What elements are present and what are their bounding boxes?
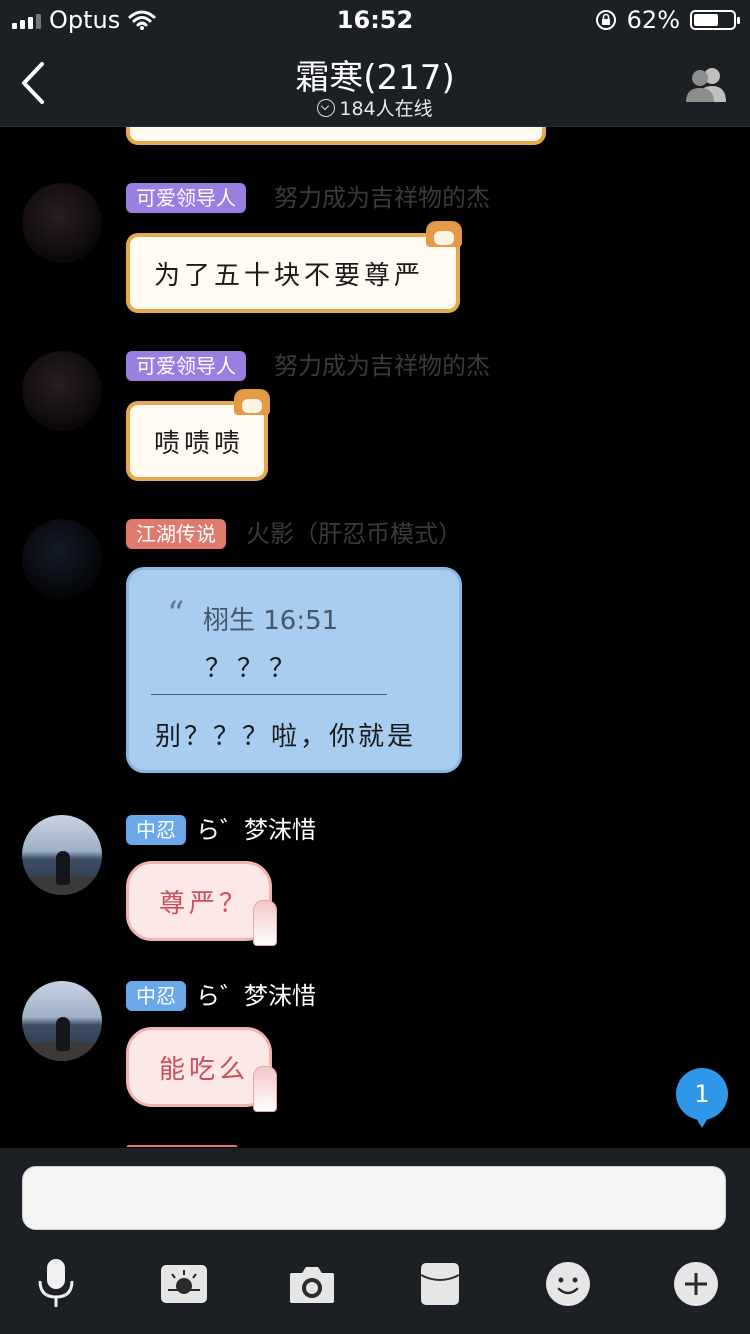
camera-icon xyxy=(290,1267,334,1303)
avatar[interactable] xyxy=(22,981,102,1061)
photo-button[interactable] xyxy=(158,1258,210,1310)
message-item: 可爱领导人 努力成为吉祥物的杰 啧啧啧 xyxy=(0,351,750,491)
status-right: 62% xyxy=(595,6,740,34)
member-title-badge: 江湖传说 xyxy=(126,519,226,549)
doll-decoration-icon xyxy=(253,900,277,946)
red-packet-button[interactable] xyxy=(414,1258,466,1310)
battery-icon xyxy=(690,10,740,30)
message-bubble[interactable]: 尊严？ xyxy=(126,861,277,946)
sender-nickname: 努力成为吉祥物的杰 xyxy=(274,184,490,212)
chevron-down-icon xyxy=(317,99,336,117)
new-messages-badge[interactable]: 1 xyxy=(676,1068,728,1128)
battery-percent: 62% xyxy=(626,6,680,34)
message-text: 别？？？啦，你就是 xyxy=(155,722,417,752)
quote-author-time: 栩生 16:51 xyxy=(203,606,339,636)
message-item: 江湖传说 火影（肝忍币模式） “ 栩生 16:51 ？？？ 别？？？啦，你就是 xyxy=(0,519,750,779)
message-item: 中忍 ら゛梦沫惜 尊严？ xyxy=(0,815,750,955)
avatar[interactable] xyxy=(22,183,102,263)
message-item xyxy=(0,127,750,147)
member-title-badge: 中忍 xyxy=(126,815,186,845)
more-button[interactable] xyxy=(670,1258,722,1310)
message-bubble[interactable]: 啧啧啧 xyxy=(126,389,270,481)
message-bubble[interactable]: 为了五十块不要尊严 xyxy=(126,221,462,313)
nav-bar: 霜寒(217) 184人在线 xyxy=(0,42,750,127)
quote-text: ？？？ xyxy=(205,654,302,684)
emoji-icon xyxy=(546,1262,590,1306)
status-bar: Optus 16:52 62% xyxy=(0,0,750,42)
message-item: 中忍 ら゛梦沫惜 能吃么 xyxy=(0,981,750,1121)
message-text: 能吃么 xyxy=(159,1054,250,1085)
message-text: 尊严？ xyxy=(159,888,250,919)
member-title-badge: 可爱领导人 xyxy=(126,351,246,381)
avatar[interactable] xyxy=(22,519,102,599)
voice-button[interactable] xyxy=(30,1258,82,1310)
online-count[interactable]: 184人在线 xyxy=(0,94,750,121)
member-title-badge: 可爱领导人 xyxy=(126,183,246,213)
avatar[interactable] xyxy=(22,351,102,431)
doll-decoration-icon xyxy=(253,1066,277,1112)
message-text: 啧啧啧 xyxy=(154,428,245,459)
input-bar xyxy=(0,1148,750,1334)
camera-button[interactable] xyxy=(286,1258,338,1310)
message-bubble-partial[interactable] xyxy=(126,127,546,145)
sender-nickname: 努力成为吉祥物的杰 xyxy=(274,352,490,380)
message-text: 为了五十块不要尊严 xyxy=(154,260,425,291)
plus-icon xyxy=(674,1262,718,1306)
emoji-button[interactable] xyxy=(542,1258,594,1310)
message-bubble[interactable]: “ 栩生 16:51 ？？？ 别？？？啦，你就是 xyxy=(126,567,462,773)
online-count-text: 184人在线 xyxy=(339,98,433,120)
members-icon xyxy=(686,68,726,102)
message-bubble[interactable]: 能吃么 xyxy=(126,1027,277,1112)
member-title-badge-partial xyxy=(126,1145,238,1147)
member-title-badge: 中忍 xyxy=(126,981,186,1011)
microphone-icon xyxy=(38,1259,74,1307)
message-item-partial xyxy=(0,1145,750,1147)
sender-nickname: ら゛梦沫惜 xyxy=(196,982,316,1010)
corgi-decoration-icon xyxy=(426,221,462,247)
orientation-lock-icon xyxy=(595,10,616,30)
red-packet-icon xyxy=(420,1263,460,1305)
chat-list[interactable]: 可爱领导人 努力成为吉祥物的杰 为了五十块不要尊严 可爱领导人 努力成为吉祥物的… xyxy=(0,127,750,1147)
sender-nickname: 火影（肝忍币模式） xyxy=(246,520,462,548)
group-members-button[interactable] xyxy=(682,64,730,104)
avatar[interactable] xyxy=(22,815,102,895)
message-item: 可爱领导人 努力成为吉祥物的杰 为了五十块不要尊严 xyxy=(0,183,750,323)
page-title: 霜寒(217) xyxy=(295,58,455,98)
image-icon xyxy=(161,1265,207,1303)
sender-nickname: ら゛梦沫惜 xyxy=(196,816,316,844)
battery-fill xyxy=(694,14,718,26)
message-input[interactable] xyxy=(22,1166,726,1230)
quote-divider xyxy=(151,694,387,695)
quote-icon: “ xyxy=(167,594,185,634)
corgi-decoration-icon xyxy=(234,389,270,415)
